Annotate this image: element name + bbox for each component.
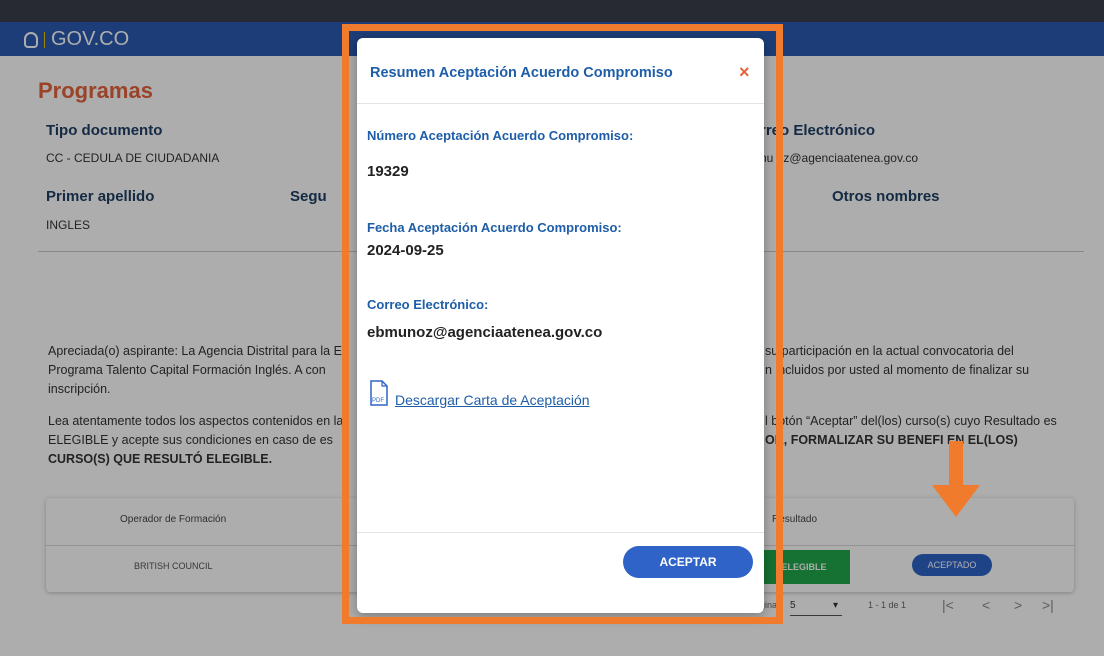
arrow-down-icon (932, 441, 980, 517)
highlight-box (342, 24, 783, 624)
